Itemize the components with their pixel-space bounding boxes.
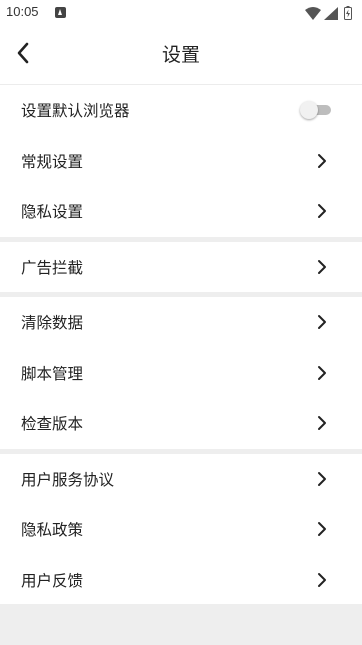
chevron-right-icon [318,522,326,537]
general-settings-row[interactable]: 常规设置 [0,136,362,187]
default-browser-label: 设置默认浏览器 [21,102,130,121]
chevron-right-icon [318,204,326,219]
user-feedback-label: 用户反馈 [21,571,84,590]
settings-list: 设置默认浏览器 常规设置 隐私设置 广告拦截 清除数据 脚本管理 检查版本 用户… [0,85,362,605]
privacy-policy-row[interactable]: 隐私政策 [0,504,362,555]
settings-group-data: 清除数据 脚本管理 检查版本 [0,297,362,449]
ad-block-row[interactable]: 广告拦截 [0,242,362,293]
script-manager-row[interactable]: 脚本管理 [0,348,362,399]
battery-icon [344,6,352,20]
chevron-right-icon [318,471,326,486]
chevron-right-icon [318,153,326,168]
default-browser-row[interactable]: 设置默认浏览器 [0,85,362,136]
chevron-right-icon [318,315,326,330]
general-settings-label: 常规设置 [21,152,84,171]
privacy-settings-label: 隐私设置 [21,203,84,222]
privacy-policy-label: 隐私政策 [21,521,84,540]
page-title: 设置 [161,44,200,66]
signal-icon [324,6,338,20]
status-icons [305,6,352,20]
wifi-icon [305,6,321,20]
status-time: 10:05 [6,4,39,19]
settings-group-general: 设置默认浏览器 常规设置 隐私设置 [0,85,362,237]
chevron-right-icon [318,416,326,431]
chevron-right-icon [318,365,326,380]
status-bar: 10:05 [0,0,362,26]
privacy-settings-row[interactable]: 隐私设置 [0,186,362,237]
clear-data-row[interactable]: 清除数据 [0,297,362,348]
user-feedback-row[interactable]: 用户反馈 [0,555,362,606]
check-version-label: 检查版本 [21,415,84,434]
bottom-empty-area [0,604,362,645]
toggle-thumb [300,101,318,120]
user-agreement-label: 用户服务协议 [21,470,115,489]
app-header: 设置 [0,26,362,85]
check-version-row[interactable]: 检查版本 [0,398,362,449]
script-manager-label: 脚本管理 [21,364,84,383]
chevron-right-icon [318,259,326,274]
ad-block-label: 广告拦截 [21,258,84,277]
clear-data-label: 清除数据 [21,314,84,333]
default-browser-toggle[interactable] [300,101,332,120]
settings-group-legal: 用户服务协议 隐私政策 用户反馈 [0,453,362,606]
settings-group-adblock: 广告拦截 [0,241,362,293]
notification-icon [55,7,66,18]
user-agreement-row[interactable]: 用户服务协议 [0,454,362,505]
chevron-right-icon [318,572,326,587]
